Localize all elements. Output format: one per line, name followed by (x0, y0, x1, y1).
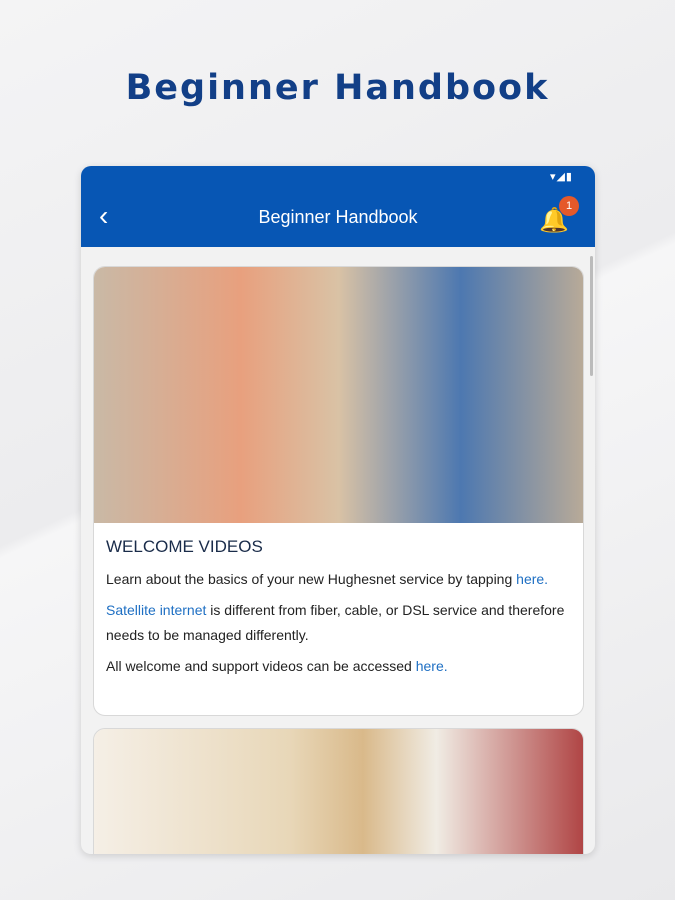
satellite-paragraph: Satellite internet is different from fib… (106, 598, 571, 648)
app-title: Beginner Handbook (258, 207, 418, 227)
card-heading: WELCOME VIDEOS (106, 537, 263, 556)
videos-paragraph: All welcome and support videos can be ac… (106, 654, 571, 679)
videos-text: All welcome and support videos can be ac… (106, 658, 416, 674)
man-laptop-photo (94, 729, 583, 854)
phone-screen: ▾◢▮ ‹ Beginner Handbook 🔔 1 WELCOME VIDE… (81, 166, 595, 854)
intro-paragraph: Learn about the basics of your new Hughe… (106, 567, 571, 592)
welcome-videos-card: WELCOME VIDEOS Learn about the basics of… (93, 266, 584, 716)
satellite-internet-link[interactable]: Satellite internet (106, 602, 206, 618)
page-headline: Beginner Handbook (125, 68, 550, 108)
next-card[interactable] (93, 728, 584, 854)
here-link-basics[interactable]: here. (516, 571, 548, 587)
intro-text: Learn about the basics of your new Hughe… (106, 571, 517, 587)
couple-laptop-photo (94, 267, 583, 523)
here-link-videos[interactable]: here. (416, 658, 448, 674)
app-bar: ▾◢▮ ‹ Beginner Handbook 🔔 1 (81, 166, 595, 247)
status-bar-icons: ▾◢▮ (549, 171, 573, 183)
scrollbar[interactable] (590, 256, 593, 376)
notification-badge: 1 (559, 196, 579, 216)
